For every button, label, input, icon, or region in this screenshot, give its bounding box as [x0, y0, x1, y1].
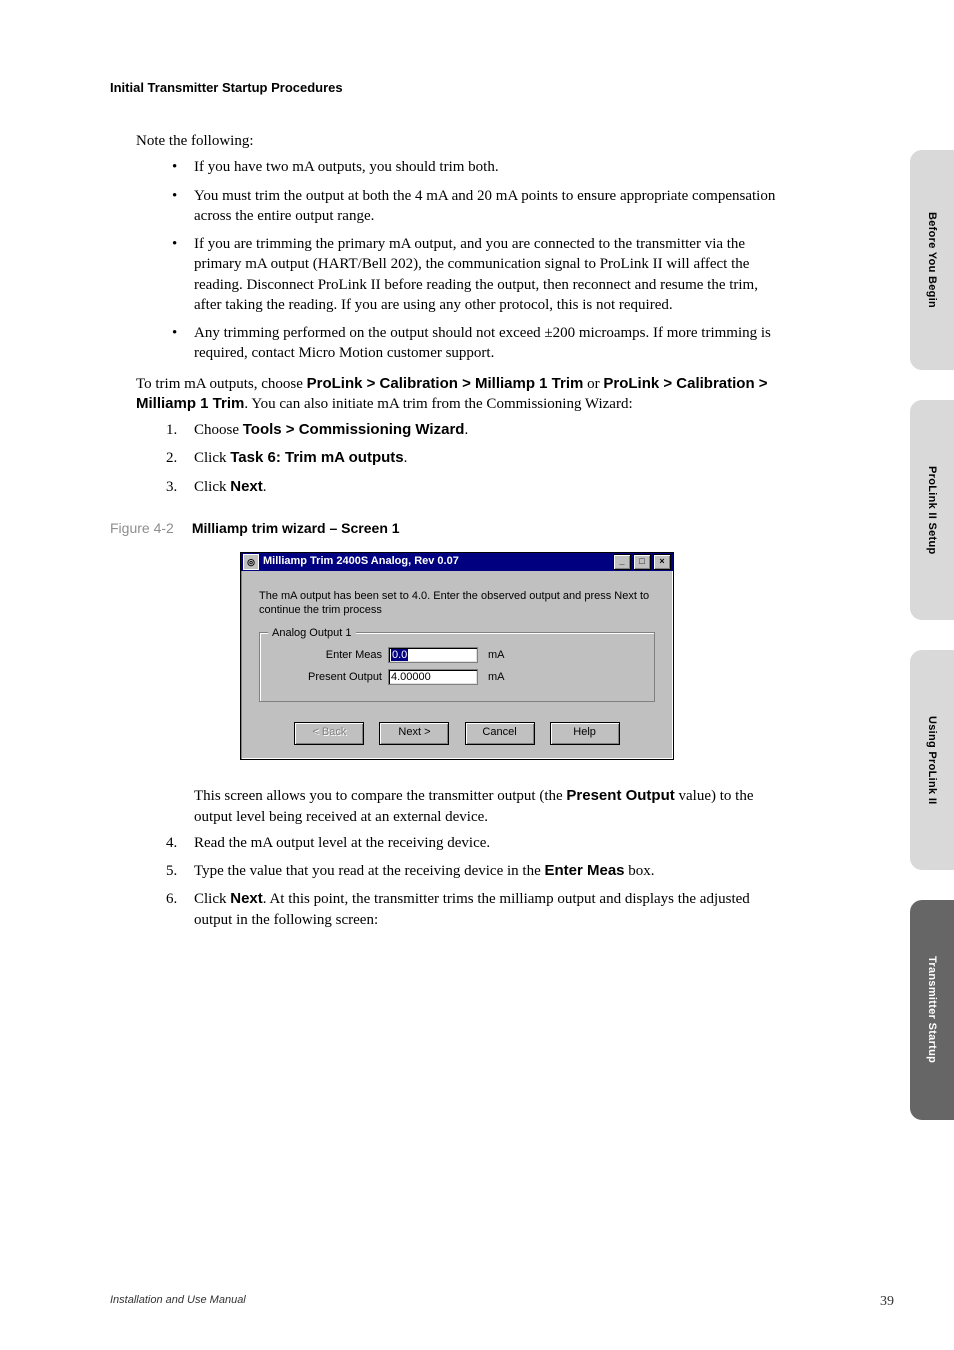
note-following: Note the following:: [136, 131, 778, 151]
text: Click: [194, 479, 230, 495]
steps-list-a: Choose Tools > Commissioning Wizard. Cli…: [166, 420, 778, 497]
field-name: Enter Meas: [544, 862, 624, 879]
cancel-button[interactable]: Cancel: [465, 722, 535, 745]
text: .: [404, 450, 408, 466]
window-title: Milliamp Trim 2400S Analog, Rev 0.07: [263, 554, 611, 569]
step-item: Click Next. At this point, the transmitt…: [166, 889, 778, 930]
present-output-field: 4.00000: [388, 669, 478, 685]
present-output-label: Present Output: [272, 670, 388, 685]
text: .: [263, 479, 267, 495]
menu-path: ProLink > Calibration > Milliamp 1 Trim: [307, 375, 584, 392]
tab-label: Using ProLink II: [926, 716, 938, 805]
dialog-instruction: The mA output has been set to 4.0. Enter…: [259, 589, 655, 619]
tab-before-you-begin[interactable]: Before You Begin: [910, 150, 954, 370]
bullet-item: If you are trimming the primary mA outpu…: [166, 234, 778, 315]
tab-label: Transmitter Startup: [926, 956, 938, 1063]
figure-title: Milliamp trim wizard – Screen 1: [192, 520, 400, 536]
text: . At this point, the transmitter trims t…: [194, 891, 750, 927]
help-button[interactable]: Help: [550, 722, 620, 745]
task-name: Task 6: Trim mA outputs: [230, 449, 403, 466]
section-title: Initial Transmitter Startup Procedures: [110, 80, 804, 95]
bullet-item: You must trim the output at both the 4 m…: [166, 186, 778, 227]
step-item: Choose Tools > Commissioning Wizard.: [166, 420, 778, 440]
enter-meas-input[interactable]: 0.0: [388, 647, 478, 663]
figure-caption: Figure 4-2 Milliamp trim wizard – Screen …: [110, 519, 804, 538]
button-name: Next: [230, 478, 263, 495]
titlebar[interactable]: ◎ Milliamp Trim 2400S Analog, Rev 0.07 _…: [241, 553, 673, 571]
button-row: < Back Next > Cancel Help: [259, 722, 655, 745]
text: This screen allows you to compare the tr…: [194, 788, 566, 804]
page-footer: Installation and Use Manual 39: [110, 1294, 894, 1310]
text: Choose: [194, 422, 243, 438]
step-item: Read the mA output level at the receivin…: [166, 833, 778, 853]
footer-title: Installation and Use Manual: [110, 1294, 246, 1310]
steps-list-b: Read the mA output level at the receivin…: [166, 833, 778, 930]
tab-label: ProLink II Setup: [926, 466, 938, 555]
menu-path: Tools > Commissioning Wizard: [243, 421, 465, 438]
step-item: Click Task 6: Trim mA outputs.: [166, 448, 778, 468]
page-number: 39: [880, 1294, 894, 1310]
text: Type the value that you read at the rece…: [194, 863, 544, 879]
unit-label: mA: [488, 648, 505, 663]
step-item: Type the value that you read at the rece…: [166, 861, 778, 881]
text: .: [464, 422, 468, 438]
figure-number: Figure 4-2: [110, 520, 174, 536]
text: or: [583, 376, 603, 392]
enter-meas-value: 0.0: [391, 649, 408, 661]
text: To trim mA outputs, choose: [136, 376, 307, 392]
text: box.: [625, 863, 655, 879]
text: . You can also initiate mA trim from the…: [244, 396, 632, 412]
enter-meas-label: Enter Meas: [272, 648, 388, 663]
maximize-button[interactable]: □: [633, 554, 651, 570]
app-icon: ◎: [243, 554, 259, 570]
unit-label: mA: [488, 670, 505, 685]
close-button[interactable]: ×: [653, 554, 671, 570]
side-tabs: Before You Begin ProLink II Setup Using …: [910, 0, 954, 1350]
minimize-button[interactable]: _: [613, 554, 631, 570]
trim-instruction: To trim mA outputs, choose ProLink > Cal…: [136, 374, 778, 415]
after-figure-paragraph: This screen allows you to compare the tr…: [194, 786, 778, 827]
bullet-list: If you have two mA outputs, you should t…: [166, 157, 778, 363]
text: Click: [194, 450, 230, 466]
tab-transmitter-startup[interactable]: Transmitter Startup: [910, 900, 954, 1120]
milliamp-trim-dialog: ◎ Milliamp Trim 2400S Analog, Rev 0.07 _…: [240, 552, 674, 761]
analog-output-group: Analog Output 1 Enter Meas 0.0 mA Presen…: [259, 632, 655, 702]
next-button[interactable]: Next >: [379, 722, 449, 745]
field-name: Present Output: [566, 787, 674, 804]
button-name: Next: [230, 890, 263, 907]
back-button: < Back: [294, 722, 364, 745]
bullet-item: If you have two mA outputs, you should t…: [166, 157, 778, 177]
tab-label: Before You Begin: [926, 212, 938, 308]
text: Click: [194, 891, 230, 907]
step-item: Click Next.: [166, 477, 778, 497]
tab-prolink-setup[interactable]: ProLink II Setup: [910, 400, 954, 620]
bullet-item: Any trimming performed on the output sho…: [166, 323, 778, 364]
group-legend: Analog Output 1: [268, 626, 356, 641]
tab-using-prolink[interactable]: Using ProLink II: [910, 650, 954, 870]
